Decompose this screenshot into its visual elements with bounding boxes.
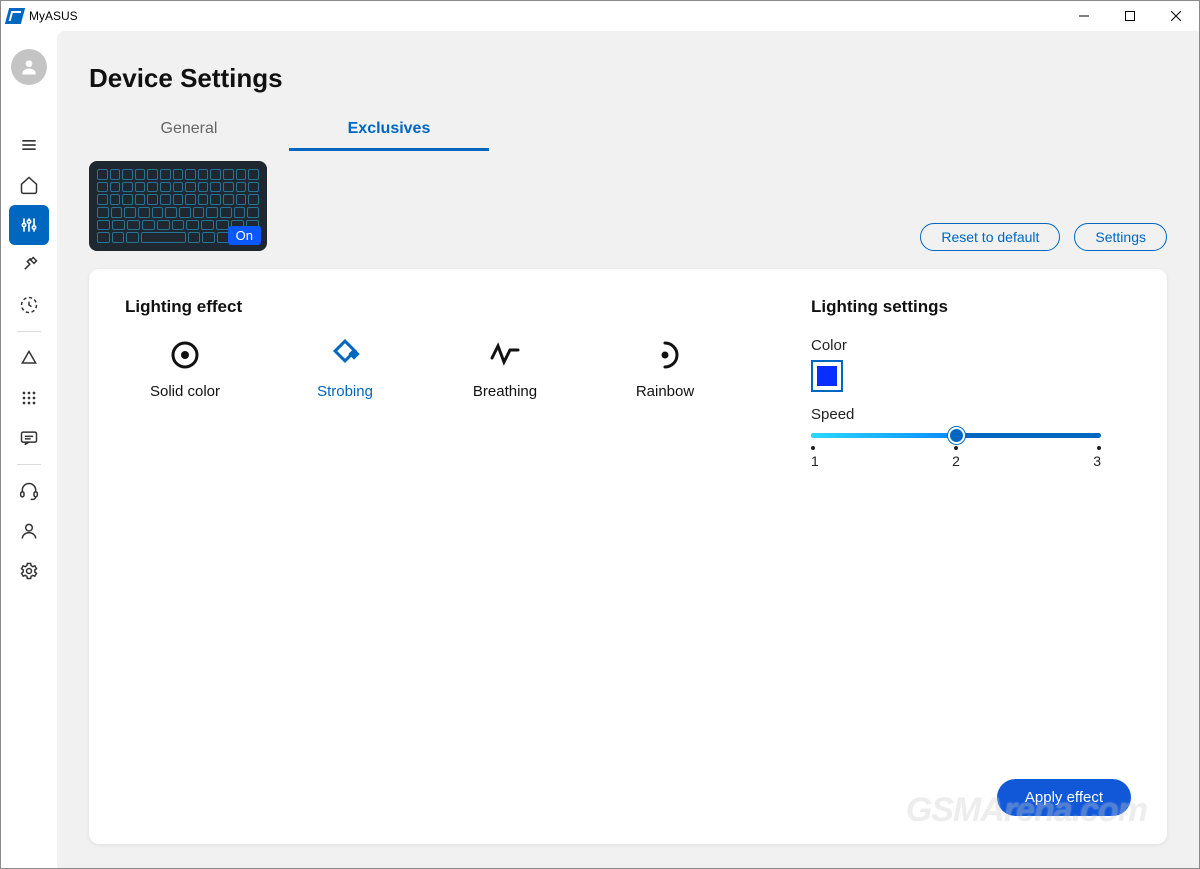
nav-menu-icon[interactable] (9, 125, 49, 165)
nav-message-icon[interactable] (9, 418, 49, 458)
nav-support-icon[interactable] (9, 471, 49, 511)
effect-label: Breathing (473, 383, 537, 400)
effect-label: Strobing (317, 383, 373, 400)
slider-ticks: 1 2 3 (811, 446, 1101, 469)
rainbow-icon (647, 337, 683, 373)
titlebar: MyASUS (1, 1, 1199, 31)
effect-solid-color[interactable]: Solid color (125, 337, 245, 400)
reset-to-default-button[interactable]: Reset to default (920, 223, 1060, 251)
lighting-effect-title: Lighting effect (125, 297, 751, 317)
minimize-button[interactable] (1061, 1, 1107, 31)
strobing-icon (327, 337, 363, 373)
tabs: General Exclusives (89, 112, 1167, 151)
effect-strobing[interactable]: Strobing (285, 337, 405, 400)
speed-slider[interactable]: 1 2 3 (811, 433, 1101, 469)
maximize-button[interactable] (1107, 1, 1153, 31)
keyboard-status-badge: On (228, 226, 261, 245)
app-icon (5, 8, 25, 24)
effect-breathing[interactable]: Breathing (445, 337, 565, 400)
nav-device-settings-icon[interactable] (9, 205, 49, 245)
apply-effect-button[interactable]: Apply effect (997, 779, 1131, 816)
keyboard-preview[interactable]: On (89, 161, 267, 251)
nav-account-icon[interactable] (9, 511, 49, 551)
speed-label: Speed (811, 406, 1131, 423)
nav-settings-icon[interactable] (9, 551, 49, 591)
content-area: Device Settings General Exclusives On (57, 31, 1199, 868)
app-title: MyASUS (29, 9, 78, 23)
color-swatch (817, 366, 837, 386)
sidebar (1, 31, 57, 868)
color-label: Color (811, 337, 1131, 354)
page-title: Device Settings (89, 63, 1167, 94)
lighting-settings-title: Lighting settings (811, 297, 1131, 317)
effect-label: Solid color (150, 383, 220, 400)
effect-rainbow[interactable]: Rainbow (605, 337, 725, 400)
nav-divider (17, 331, 41, 332)
tab-exclusives[interactable]: Exclusives (289, 112, 489, 151)
breathing-icon (487, 337, 523, 373)
settings-button[interactable]: Settings (1074, 223, 1167, 251)
effect-label: Rainbow (636, 383, 694, 400)
nav-triangle-icon[interactable] (9, 338, 49, 378)
slider-thumb[interactable] (948, 427, 965, 444)
nav-update-icon[interactable] (9, 285, 49, 325)
nav-divider (17, 464, 41, 465)
user-avatar[interactable] (11, 49, 47, 85)
speed-tick-1: 1 (811, 453, 819, 469)
color-picker[interactable] (811, 360, 843, 392)
lighting-card: Lighting effect Solid color (89, 269, 1167, 844)
nav-apps-icon[interactable] (9, 378, 49, 418)
tab-general[interactable]: General (89, 112, 289, 151)
solid-color-icon (167, 337, 203, 373)
speed-tick-3: 3 (1093, 453, 1101, 469)
nav-home-icon[interactable] (9, 165, 49, 205)
speed-tick-2: 2 (952, 453, 960, 469)
close-button[interactable] (1153, 1, 1199, 31)
nav-diagnostics-icon[interactable] (9, 245, 49, 285)
